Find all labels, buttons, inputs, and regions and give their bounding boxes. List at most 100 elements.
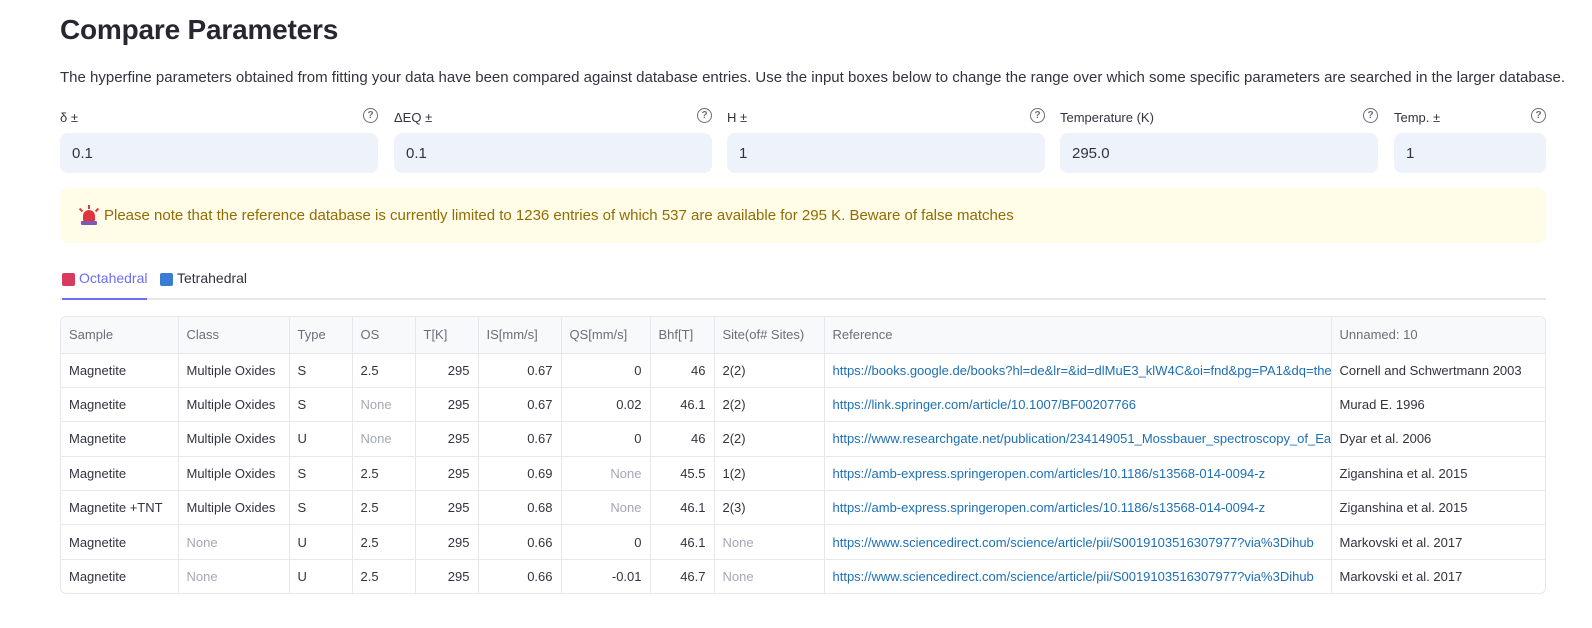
table-cell[interactable]: Multiple Oxides [178, 490, 290, 526]
table-cell[interactable]: Magnetite [61, 387, 179, 423]
table-cell[interactable]: Magnetite [61, 421, 179, 457]
column-header[interactable]: IS[mm/s] [478, 317, 562, 354]
reference-link[interactable]: https://www.researchgate.net/publication… [824, 421, 1332, 457]
table-cell[interactable]: None [714, 559, 825, 593]
help-icon[interactable]: ? [697, 108, 712, 123]
table-cell[interactable]: 2.5 [352, 524, 416, 560]
table-cell[interactable]: 295 [415, 421, 479, 457]
table-cell[interactable]: 2(2) [714, 353, 825, 388]
table-cell[interactable]: 45.5 [650, 456, 715, 492]
table-cell[interactable]: 46 [650, 353, 715, 388]
table-cell[interactable]: 295 [415, 353, 479, 388]
table-cell[interactable]: None [714, 524, 825, 560]
column-header[interactable]: Class [178, 317, 290, 354]
table-cell[interactable]: 0.02 [561, 387, 651, 423]
table-cell[interactable]: Ziganshina et al. 2015 [1331, 490, 1545, 526]
table-cell[interactable]: 0.67 [478, 387, 562, 423]
table-cell[interactable]: S [289, 387, 353, 423]
table-cell[interactable]: S [289, 456, 353, 492]
table-cell[interactable]: 0.67 [478, 421, 562, 457]
table-cell[interactable]: Multiple Oxides [178, 421, 290, 457]
table-cell[interactable]: U [289, 559, 353, 593]
column-header[interactable]: Unnamed: 10 [1331, 317, 1545, 354]
column-header[interactable]: Bhf[T] [650, 317, 715, 354]
column-header[interactable]: Type [289, 317, 353, 354]
table-cell[interactable]: Ziganshina et al. 2015 [1331, 456, 1545, 492]
table-cell[interactable]: 2.5 [352, 456, 416, 492]
table-cell[interactable]: Magnetite [61, 559, 179, 593]
reference-link[interactable]: https://link.springer.com/article/10.100… [824, 387, 1332, 423]
table-cell[interactable]: 2.5 [352, 559, 416, 593]
table-cell[interactable]: 46.1 [650, 387, 715, 423]
table-cell[interactable]: None [352, 387, 416, 423]
help-icon[interactable]: ? [1363, 108, 1378, 123]
table-cell[interactable]: U [289, 421, 353, 457]
table-cell[interactable]: 295 [415, 559, 479, 593]
column-header[interactable]: Sample [61, 317, 179, 354]
table-cell[interactable]: 2(2) [714, 421, 825, 457]
table-cell[interactable]: Dyar et al. 2006 [1331, 421, 1545, 457]
reference-link[interactable]: https://amb-express.springeropen.com/art… [824, 490, 1332, 526]
table-cell[interactable]: Cornell and Schwertmann 2003 [1331, 353, 1545, 388]
table-cell[interactable]: None [178, 524, 290, 560]
table-cell[interactable]: None [561, 456, 651, 492]
table-cell[interactable]: 2(2) [714, 387, 825, 423]
table-cell[interactable]: 0 [561, 353, 651, 388]
column-header[interactable]: T[K] [415, 317, 479, 354]
table-cell[interactable]: S [289, 490, 353, 526]
column-header[interactable]: Reference [824, 317, 1332, 354]
hyperfine-field-input[interactable] [727, 133, 1045, 173]
table-cell[interactable]: 1(2) [714, 456, 825, 492]
reference-link[interactable]: https://www.sciencedirect.com/science/ar… [824, 559, 1332, 593]
table-cell[interactable]: 2.5 [352, 490, 416, 526]
column-header[interactable]: Site(of# Sites) [714, 317, 825, 354]
tab-tetrahedral[interactable]: Tetrahedral [160, 270, 247, 300]
table-cell[interactable]: 0.66 [478, 524, 562, 560]
table-cell[interactable]: S [289, 353, 353, 388]
table-cell[interactable]: 0.66 [478, 559, 562, 593]
table-cell[interactable]: 295 [415, 456, 479, 492]
results-table[interactable]: Sample Class Type OS T[K] IS[mm/s] QS[mm… [60, 316, 1546, 594]
help-icon[interactable]: ? [363, 108, 378, 123]
table-cell[interactable]: 46.1 [650, 490, 715, 526]
table-cell[interactable]: Markovski et al. 2017 [1331, 559, 1545, 593]
table-cell[interactable]: 0.68 [478, 490, 562, 526]
column-header[interactable]: QS[mm/s] [561, 317, 651, 354]
table-cell[interactable]: Murad E. 1996 [1331, 387, 1545, 423]
temperature-range-input[interactable] [1394, 133, 1546, 173]
table-cell[interactable]: None [561, 490, 651, 526]
table-cell[interactable]: Multiple Oxides [178, 387, 290, 423]
delta-input[interactable] [60, 133, 378, 173]
delta-eq-input[interactable] [394, 133, 712, 173]
table-cell[interactable]: 46.7 [650, 559, 715, 593]
table-cell[interactable]: Multiple Oxides [178, 353, 290, 388]
table-cell[interactable]: 0 [561, 421, 651, 457]
table-cell[interactable]: 295 [415, 490, 479, 526]
table-cell[interactable]: -0.01 [561, 559, 651, 593]
table-cell[interactable]: Magnetite +TNT [61, 490, 179, 526]
table-cell[interactable]: 2(3) [714, 490, 825, 526]
column-header[interactable]: OS [352, 317, 416, 354]
table-cell[interactable]: None [178, 559, 290, 593]
reference-link[interactable]: https://www.sciencedirect.com/science/ar… [824, 524, 1332, 560]
table-cell[interactable]: Magnetite [61, 353, 179, 388]
table-cell[interactable]: 46 [650, 421, 715, 457]
help-icon[interactable]: ? [1531, 108, 1546, 123]
temperature-input[interactable] [1060, 133, 1378, 173]
table-cell[interactable]: Markovski et al. 2017 [1331, 524, 1545, 560]
table-cell[interactable]: Magnetite [61, 524, 179, 560]
table-cell[interactable]: 0.67 [478, 353, 562, 388]
reference-link[interactable]: https://amb-express.springeropen.com/art… [824, 456, 1332, 492]
table-cell[interactable]: None [352, 421, 416, 457]
table-cell[interactable]: U [289, 524, 353, 560]
table-cell[interactable]: 46.1 [650, 524, 715, 560]
reference-link[interactable]: https://books.google.de/books?hl=de&lr=&… [824, 353, 1332, 388]
table-cell[interactable]: Magnetite [61, 456, 179, 492]
table-cell[interactable]: Multiple Oxides [178, 456, 290, 492]
tab-octahedral[interactable]: Octahedral [62, 270, 148, 300]
table-cell[interactable]: 0 [561, 524, 651, 560]
table-cell[interactable]: 295 [415, 524, 479, 560]
table-cell[interactable]: 2.5 [352, 353, 416, 388]
table-cell[interactable]: 0.69 [478, 456, 562, 492]
help-icon[interactable]: ? [1030, 108, 1045, 123]
